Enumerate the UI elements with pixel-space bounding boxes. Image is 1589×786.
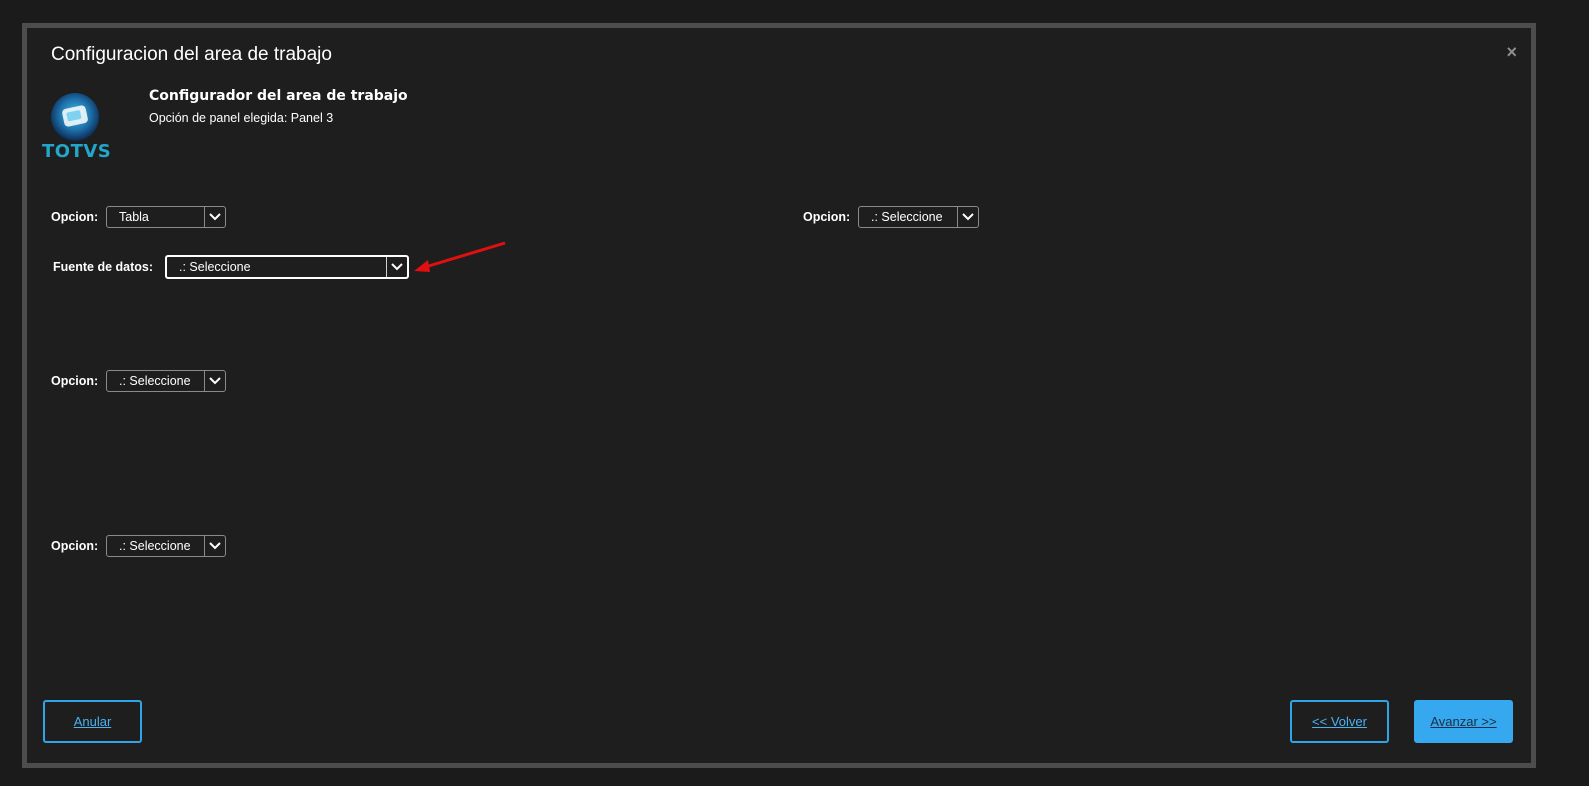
logo-text: TOTVS: [42, 141, 112, 162]
opcion2-label: Opcion:: [803, 210, 851, 224]
fuente-value: .: Seleccione: [179, 260, 251, 274]
opcion4-select[interactable]: .: Seleccione: [106, 535, 226, 557]
avanzar-label: Avanzar >>: [1430, 714, 1497, 729]
dialog-title: Configuracion del area de trabajo: [51, 44, 332, 65]
annotation-arrow-icon: [414, 241, 506, 272]
opcion2-value: .: Seleccione: [871, 210, 943, 224]
fuente-label: Fuente de datos:: [53, 260, 154, 274]
close-icon[interactable]: ×: [1506, 42, 1517, 63]
chevron-down-icon: [204, 371, 225, 391]
opcion3-label: Opcion:: [51, 374, 99, 388]
chevron-down-icon: [204, 207, 225, 227]
opcion1-select[interactable]: Tabla: [106, 206, 226, 228]
chevron-down-icon: [386, 257, 407, 277]
config-dialog: Configuracion del area de trabajo × TOTV…: [22, 23, 1536, 768]
volver-button[interactable]: << Volver: [1290, 700, 1389, 743]
opcion3-value: .: Seleccione: [119, 374, 191, 388]
section-title: Configurador del area de trabajo: [149, 88, 408, 104]
chevron-down-icon: [957, 207, 978, 227]
opcion4-value: .: Seleccione: [119, 539, 191, 553]
panel-info: Opción de panel elegida: Panel 3: [149, 111, 334, 125]
opcion3-select[interactable]: .: Seleccione: [106, 370, 226, 392]
opcion2-select[interactable]: .: Seleccione: [858, 206, 979, 228]
chevron-down-icon: [204, 536, 225, 556]
opcion4-label: Opcion:: [51, 539, 99, 553]
fuente-datos-select[interactable]: .: Seleccione: [165, 255, 409, 279]
avanzar-button[interactable]: Avanzar >>: [1414, 700, 1513, 743]
anular-button[interactable]: Anular: [43, 700, 142, 743]
opcion1-value: Tabla: [119, 210, 149, 224]
volver-label: << Volver: [1312, 714, 1367, 729]
anular-label: Anular: [73, 714, 112, 729]
opcion1-label: Opcion:: [51, 210, 99, 224]
